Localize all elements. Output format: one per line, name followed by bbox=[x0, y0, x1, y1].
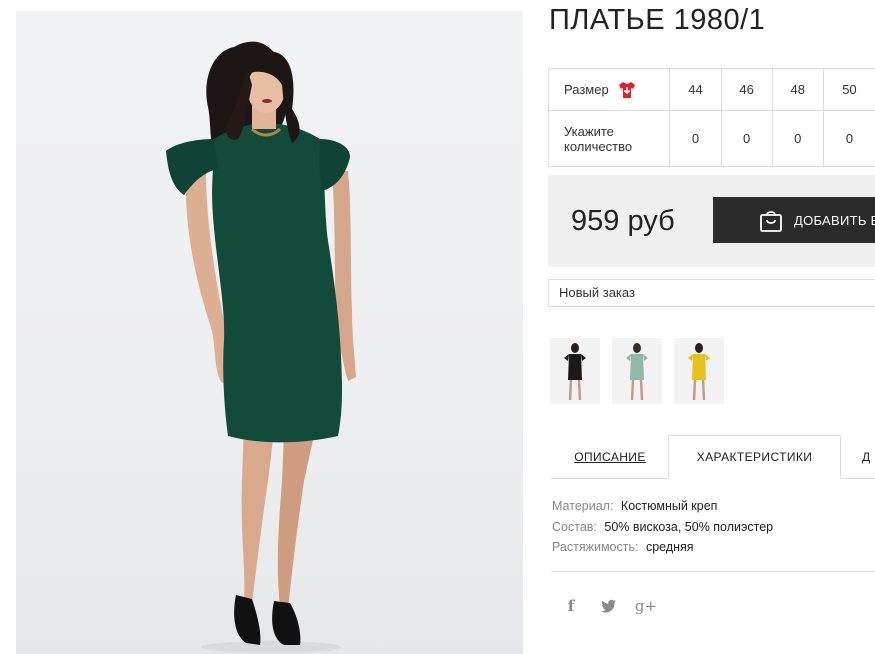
thumbnail-black-dress[interactable] bbox=[550, 338, 600, 404]
size-table: Размер 44 46 48 50 Укажите количество 0 … bbox=[547, 68, 875, 167]
thumbnail-mint-dress[interactable] bbox=[612, 338, 662, 404]
size-chart-icon[interactable] bbox=[617, 80, 637, 100]
quantity-input-46[interactable]: 0 bbox=[720, 110, 773, 167]
quantity-label-line2: количество bbox=[564, 138, 633, 154]
size-46: 46 bbox=[720, 68, 773, 111]
tab-delivery[interactable]: Д bbox=[862, 435, 875, 478]
add-to-cart-button[interactable]: ДОБАВИТЬ В bbox=[713, 197, 875, 243]
shopping-bag-icon bbox=[760, 211, 782, 232]
specs-list: Материал: Костюмный креп Состав: 50% вис… bbox=[552, 496, 773, 558]
size-44: 44 bbox=[669, 68, 722, 111]
spec-key: Материал: bbox=[552, 499, 614, 513]
twitter-icon[interactable] bbox=[599, 596, 619, 616]
google-plus-icon[interactable]: g+ bbox=[635, 596, 657, 616]
tab-characteristics[interactable]: ХАРАКТЕРИСТИКИ bbox=[668, 435, 841, 479]
size-label: Размер bbox=[564, 82, 609, 97]
product-title: ПЛАТЬЕ 1980/1 bbox=[549, 4, 766, 36]
quantity-input-50[interactable]: 0 bbox=[822, 110, 875, 167]
quantity-input-44[interactable]: 0 bbox=[669, 110, 722, 167]
size-row: Размер 44 46 48 50 bbox=[547, 68, 875, 111]
quantity-row: Укажите количество 0 0 0 0 bbox=[547, 110, 875, 167]
divider bbox=[551, 571, 875, 572]
facebook-icon[interactable]: f bbox=[561, 596, 581, 616]
order-select[interactable]: Новый заказ bbox=[548, 279, 875, 307]
thumbnail-yellow-dress[interactable] bbox=[674, 338, 724, 404]
size-48: 48 bbox=[771, 68, 824, 111]
product-photo[interactable] bbox=[16, 11, 523, 654]
spec-value: 50% вискоза, 50% полиэстер bbox=[604, 519, 774, 534]
spec-value: Костюмный креп bbox=[620, 499, 718, 513]
add-to-cart-label: ДОБАВИТЬ В bbox=[794, 212, 875, 228]
spec-row-material: Материал: Костюмный креп bbox=[552, 496, 773, 517]
tab-description[interactable]: ОПИСАНИЕ bbox=[551, 435, 669, 478]
size-label-cell: Размер bbox=[547, 68, 671, 111]
quantity-input-48[interactable]: 0 bbox=[771, 110, 824, 167]
spec-row-composition: Состав: 50% вискоза, 50% полиэстер bbox=[552, 517, 773, 538]
size-50: 50 bbox=[822, 68, 875, 111]
price-box: 959 руб ДОБАВИТЬ В bbox=[548, 175, 875, 267]
spec-row-stretch: Растяжимость: средняя bbox=[552, 537, 773, 558]
spec-key: Состав: bbox=[552, 519, 597, 534]
product-price: 959 руб bbox=[571, 205, 675, 237]
spec-value: средняя bbox=[645, 540, 694, 554]
quantity-label-line1: Укажите bbox=[564, 123, 614, 139]
spec-key: Растяжимость: bbox=[552, 540, 639, 554]
quantity-label: Укажите количество bbox=[547, 110, 671, 167]
